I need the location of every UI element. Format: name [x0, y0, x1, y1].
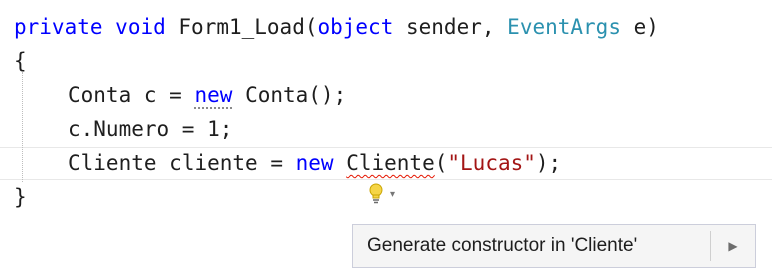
- code-line-cliente[interactable]: Cliente cliente = new Cliente("Lucas");: [68, 146, 561, 180]
- var-cliente: cliente =: [169, 151, 283, 175]
- param-e: e): [633, 15, 659, 39]
- var-c: c =: [143, 83, 182, 107]
- indent-guide: [22, 72, 23, 182]
- keyword-private: private: [14, 15, 103, 39]
- lightbulb-icon: [369, 183, 383, 204]
- code-line-close-brace[interactable]: }: [14, 180, 27, 214]
- code-line-method-signature[interactable]: private void Form1_Load(object sender, E…: [14, 10, 659, 44]
- code-line-open-brace[interactable]: {: [14, 44, 27, 78]
- type-cliente: Cliente: [68, 151, 157, 175]
- code-line-conta[interactable]: Conta c = new Conta();: [68, 78, 346, 112]
- paren-open: (: [434, 151, 448, 175]
- keyword-void: void: [115, 15, 166, 39]
- param-sender: sender,: [406, 15, 495, 39]
- paren-close: );: [535, 151, 562, 175]
- quick-actions-menu: Generate constructor in 'Cliente' ▶: [352, 224, 756, 268]
- chevron-right-icon[interactable]: ▶: [711, 225, 755, 267]
- chevron-down-icon[interactable]: ▾: [390, 189, 395, 200]
- error-ctor-cliente[interactable]: Cliente: [346, 151, 435, 175]
- method-name: Form1_Load(: [178, 15, 318, 39]
- code-line-numero[interactable]: c.Numero = 1;: [68, 112, 232, 146]
- keyword-new: new: [194, 83, 233, 109]
- ctor-conta: Conta();: [245, 83, 347, 107]
- keyword-object: object: [317, 15, 394, 39]
- quick-actions-button[interactable]: ▾: [362, 178, 414, 210]
- type-conta: Conta: [68, 83, 132, 107]
- type-eventargs: EventArgs: [507, 15, 621, 39]
- string-lucas: "Lucas": [447, 151, 536, 175]
- menu-item-generate-constructor[interactable]: Generate constructor in 'Cliente': [353, 225, 710, 267]
- keyword-new: new: [295, 151, 334, 175]
